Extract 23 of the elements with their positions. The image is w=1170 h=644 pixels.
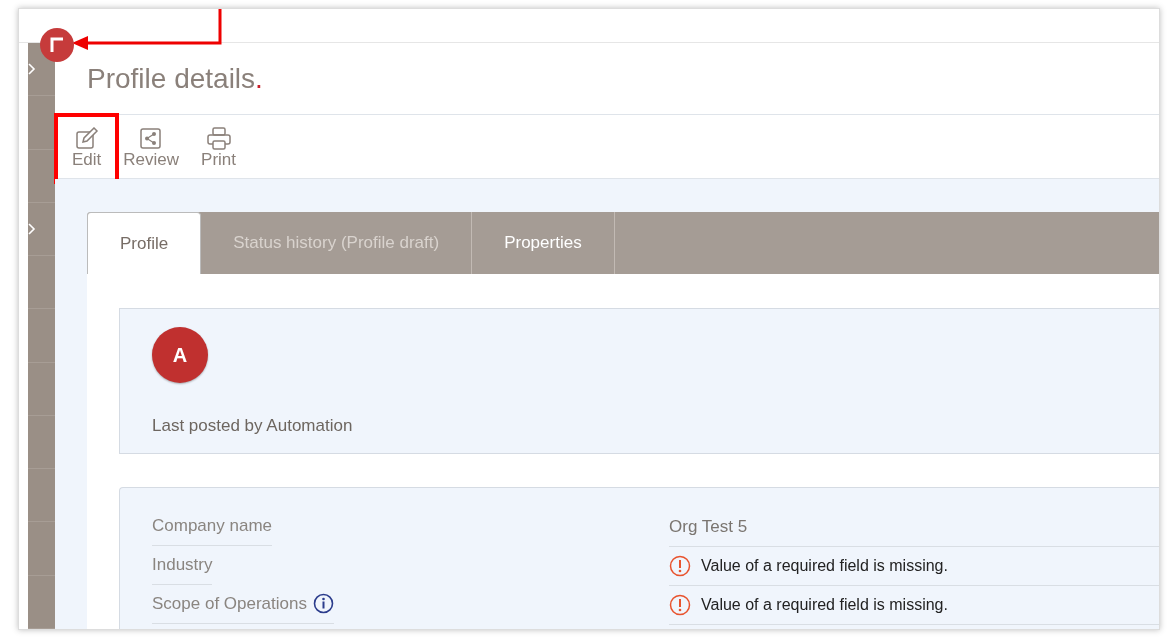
toolbar-button[interactable]: Print bbox=[197, 126, 240, 170]
avatar: A bbox=[152, 327, 208, 383]
error-message: Value of a required field is missing. bbox=[701, 595, 948, 615]
field-value: Org Test 5 bbox=[669, 516, 748, 539]
printer-icon bbox=[206, 126, 231, 150]
field-label: Scope of Operations bbox=[152, 586, 334, 625]
tab[interactable]: Profile bbox=[87, 212, 202, 274]
posted-by-text: Last posted by Automation bbox=[152, 415, 354, 437]
field-label: Industry bbox=[152, 547, 213, 586]
warning-icon bbox=[669, 555, 691, 577]
toolbar-button[interactable]: Review bbox=[119, 126, 184, 170]
page-title: Profile details bbox=[87, 61, 256, 96]
pencil-icon bbox=[74, 126, 99, 150]
error-message: Value of a required field is missing. bbox=[701, 556, 948, 576]
toolbar-button[interactable]: Edit bbox=[68, 126, 106, 170]
share-icon bbox=[139, 126, 164, 150]
field-label: Company name bbox=[152, 508, 272, 547]
info-icon bbox=[313, 593, 334, 614]
corner-badge-icon bbox=[39, 27, 75, 63]
title-mark: . bbox=[255, 61, 263, 96]
chevron-right-icon bbox=[28, 222, 36, 235]
chevron-right-icon bbox=[28, 63, 36, 76]
warning-icon bbox=[669, 594, 691, 616]
